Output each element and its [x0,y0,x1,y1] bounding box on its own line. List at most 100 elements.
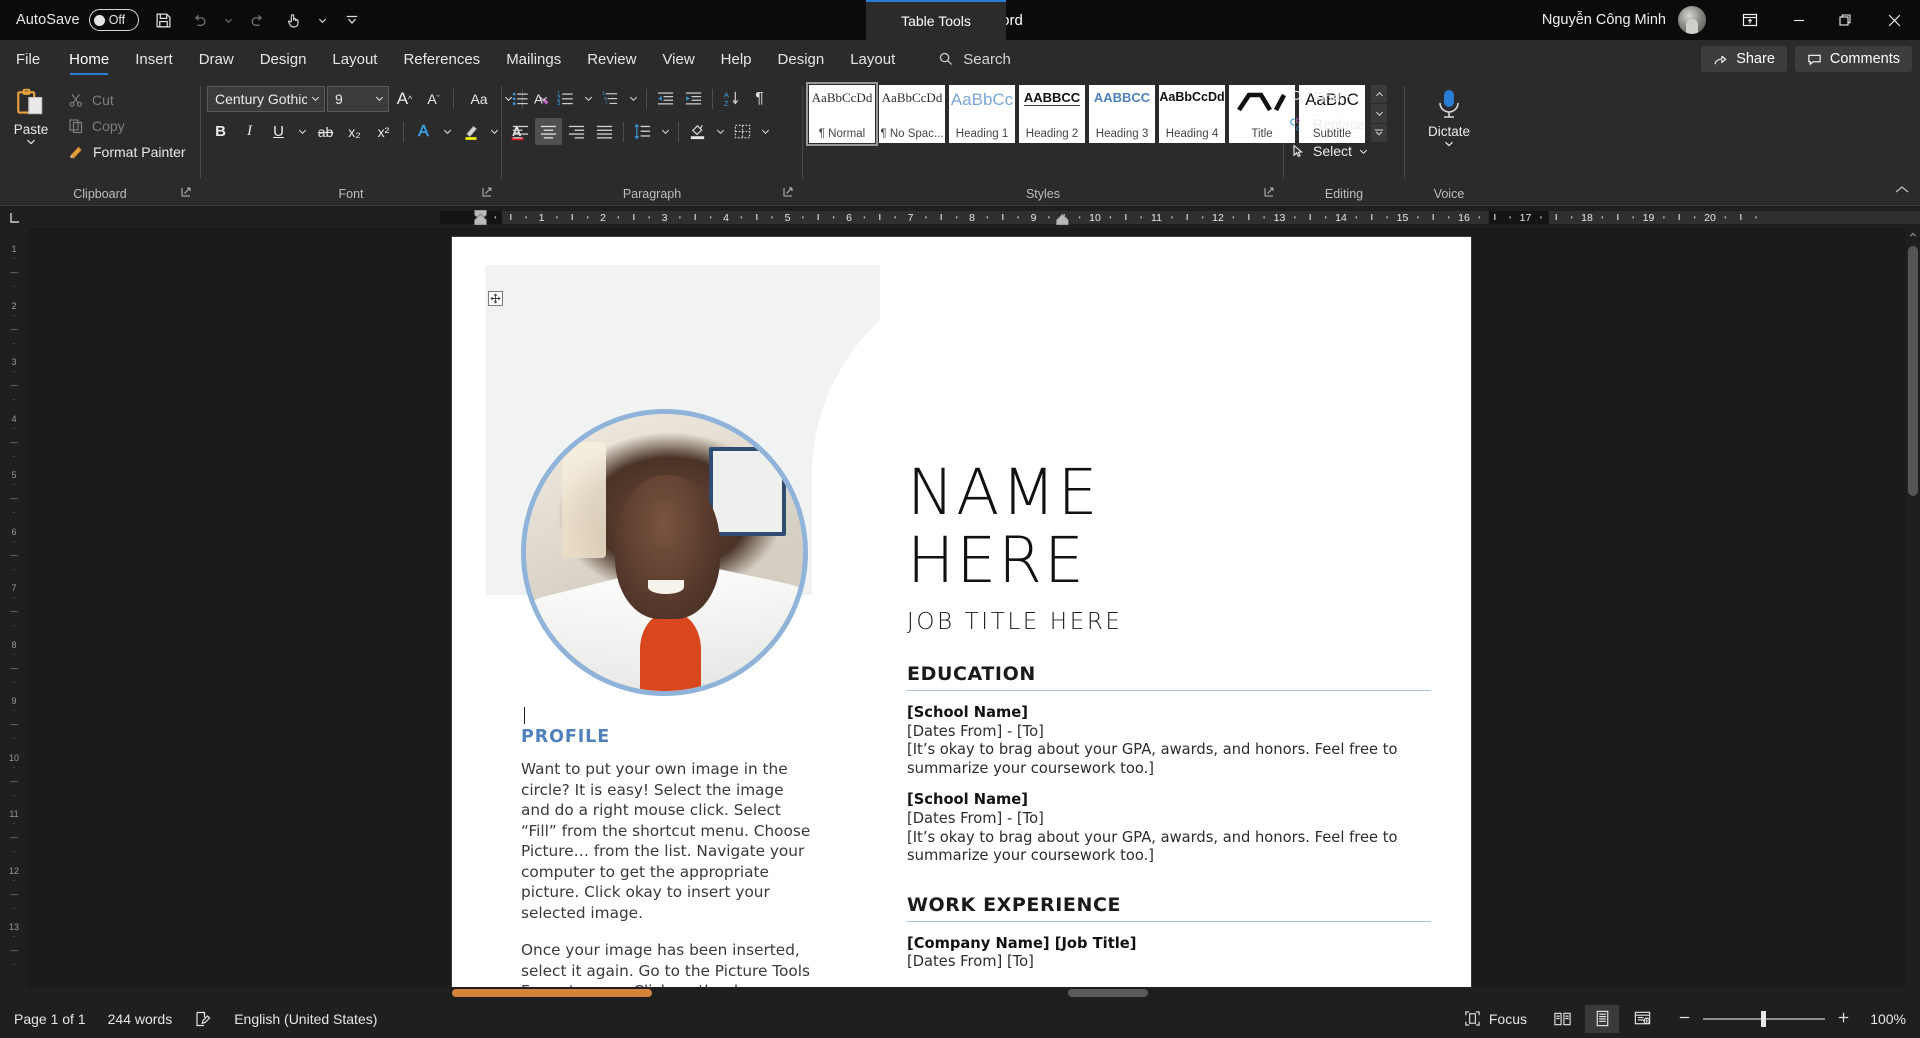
web-layout-button[interactable] [1625,1005,1659,1033]
ribbon-display-options-icon[interactable] [1724,0,1776,40]
undo-icon[interactable] [183,4,217,36]
decrease-indent-button[interactable] [652,85,679,112]
undo-chevron-down-icon[interactable] [219,4,239,36]
resume-right-column[interactable]: NAME HERE JOB TITLE HERE EDUCATION [Scho… [907,459,1467,972]
line-spacing-chevron-down-icon[interactable] [657,118,673,145]
underline-button[interactable]: U [265,118,292,145]
scroll-up-icon[interactable] [1906,228,1920,242]
save-icon[interactable] [147,4,181,36]
zoom-slider-thumb[interactable] [1761,1011,1766,1027]
tab-mailings[interactable]: Mailings [493,40,574,78]
justify-button[interactable] [591,118,618,145]
zoom-out-button[interactable] [1677,1010,1692,1028]
tab-review[interactable]: Review [574,40,649,78]
tab-file[interactable]: File [0,40,56,78]
tab-layout[interactable]: Layout [319,40,390,78]
replace-button[interactable]: b c Replace [1290,112,1368,136]
zoom-control[interactable]: 100% [1677,1010,1906,1028]
zoom-slider[interactable] [1703,1018,1825,1020]
share-button[interactable]: Share [1701,46,1787,72]
tab-table-design[interactable]: Design [765,40,838,78]
bullets-button[interactable] [507,85,534,112]
strikethrough-button[interactable]: ab [312,118,339,145]
tab-help[interactable]: Help [708,40,765,78]
format-painter-button[interactable]: Format Painter [62,140,192,164]
comments-button[interactable]: Comments [1795,46,1912,72]
shading-chevron-down-icon[interactable] [712,118,728,145]
word-count[interactable]: 244 words [108,1011,173,1027]
tab-references[interactable]: References [390,40,493,78]
language-indicator[interactable]: English (United States) [234,1011,377,1027]
select-button[interactable]: Select [1290,139,1368,163]
tab-table-layout[interactable]: Layout [837,40,908,78]
tab-view[interactable]: View [649,40,707,78]
minimize-button[interactable] [1776,0,1822,40]
avatar[interactable] [1678,6,1706,34]
paste-button[interactable]: Paste [0,85,62,146]
document-page[interactable]: PROFILE Want to put your own image in th… [452,237,1471,999]
font-size-combo[interactable]: 9 [327,86,389,112]
touch-chevron-down-icon[interactable] [313,4,333,36]
borders-chevron-down-icon[interactable] [757,118,773,145]
multilevel-chevron-down-icon[interactable] [625,85,641,112]
horizontal-ruler[interactable]: 1234567891011121314151617181920 [28,210,1920,225]
styles-dialog-launcher[interactable] [1263,186,1275,198]
increase-indent-button[interactable] [680,85,707,112]
autosave-toggle[interactable]: AutoSave Off [14,4,145,36]
profile-photo[interactable] [521,409,808,696]
contextual-tab-table-tools[interactable]: Table Tools [866,0,1006,40]
redo-icon[interactable] [241,4,275,36]
clipboard-dialog-launcher[interactable] [180,186,192,198]
vertical-scrollbar[interactable] [1906,228,1920,999]
zoom-level-label[interactable]: 100% [1862,1011,1906,1027]
style-no-spacing[interactable]: AaBbCcDd ¶ No Spac... [879,85,945,143]
page-indicator[interactable]: Page 1 of 1 [14,1011,86,1027]
tab-insert[interactable]: Insert [122,40,186,78]
text-effects-button[interactable]: A [410,118,437,145]
align-right-button[interactable] [563,118,590,145]
subscript-button[interactable]: x₂ [341,118,368,145]
vertical-scroll-thumb[interactable] [1908,246,1918,496]
text-highlight-button[interactable] [457,118,484,145]
education-entry[interactable]: [School Name] [Dates From] - [To] [It’s … [907,791,1467,865]
superscript-button[interactable]: x² [370,118,397,145]
vertical-ruler[interactable]: 1·—·2·—·3·—·4·—·5·—·6·—·7·—·8·—·9·—·10·—… [0,228,28,999]
borders-button[interactable] [729,118,756,145]
copy-button[interactable]: Copy [62,114,192,138]
font-dialog-launcher[interactable] [481,186,493,198]
paragraph-dialog-launcher[interactable] [782,186,794,198]
font-name-combo[interactable]: Century Gothic (B [207,86,325,112]
find-button[interactable]: Find [1290,85,1368,109]
bold-button[interactable]: B [207,118,234,145]
tab-home[interactable]: Home [56,40,122,78]
proofing-status[interactable] [194,1010,212,1028]
autosave-switch[interactable]: Off [89,9,139,31]
align-left-button[interactable] [507,118,534,145]
print-layout-button[interactable] [1585,1005,1619,1033]
work-entry[interactable]: [Company Name] [Job Title] [Dates From] … [907,935,1467,972]
show-formatting-marks-button[interactable]: ¶ [746,85,773,112]
numbering-button[interactable]: 1 2 3 [552,85,579,112]
multilevel-list-button[interactable]: 1 a i [597,85,624,112]
text-effects-chevron-down-icon[interactable] [439,118,455,145]
table-move-handle[interactable] [488,291,503,306]
align-center-button[interactable] [535,118,562,145]
horizontal-scroll-thumb-secondary[interactable] [1068,989,1148,997]
line-spacing-button[interactable] [629,118,656,145]
style-heading-1[interactable]: AaBbCc Heading 1 [949,85,1015,143]
italic-button[interactable]: I [236,118,263,145]
focus-mode-button[interactable]: Focus [1464,1010,1527,1027]
customize-qat-icon[interactable] [335,4,369,36]
zoom-in-button[interactable] [1836,1010,1851,1028]
style-normal[interactable]: AaBbCcDd ¶ Normal [809,85,875,143]
style-heading-4[interactable]: AaBbCcDd Heading 4 [1159,85,1225,143]
resume-left-column[interactable]: PROFILE Want to put your own image in th… [521,727,811,999]
bullets-chevron-down-icon[interactable] [535,85,551,112]
sort-button[interactable]: A Z [718,85,745,112]
cut-button[interactable]: Cut [62,88,192,112]
numbering-chevron-down-icon[interactable] [580,85,596,112]
grow-font-button[interactable]: A^ [391,85,418,112]
collapse-ribbon-button[interactable] [1894,183,1910,201]
close-button[interactable] [1868,0,1920,40]
style-heading-3[interactable]: AABBCC Heading 3 [1089,85,1155,143]
